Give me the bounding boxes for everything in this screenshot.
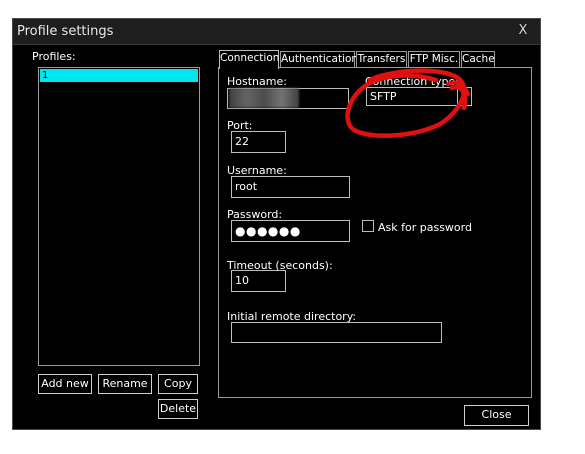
timeout-input[interactable]: 10 [231,270,286,292]
title-bar: Profile settings X [13,19,540,45]
username-input[interactable]: root [231,176,350,198]
connection-type-value: SFTP [370,90,397,103]
tab-cache[interactable]: Cache [461,51,495,67]
hostname-label: Hostname: [227,75,287,88]
ask-password-checkbox[interactable] [362,220,374,232]
profiles-label: Profiles: [32,50,76,63]
port-input[interactable]: 22 [231,131,286,153]
ask-password-label: Ask for password [378,221,472,234]
password-input[interactable]: ●●●●●● [231,220,350,242]
tab-connection[interactable]: Connection [219,50,279,69]
profiles-list[interactable]: 1 [38,67,200,366]
redacted-hostname [229,88,299,108]
delete-button[interactable]: Delete [158,399,198,419]
profile-list-item[interactable]: 1 [40,69,198,82]
remote-directory-input[interactable] [231,322,442,343]
add-new-button[interactable]: Add new [38,374,92,394]
tab-ftp-misc[interactable]: FTP Misc. [408,51,460,67]
window-title: Profile settings [17,24,114,39]
chevron-down-icon[interactable]: ▼ [457,88,471,106]
close-button[interactable]: Close [464,405,529,426]
close-icon[interactable]: X [516,23,530,39]
tab-transfers[interactable]: Transfers [356,51,407,67]
tab-authentication[interactable]: Authentication [280,51,358,67]
copy-button[interactable]: Copy [158,374,198,394]
rename-button[interactable]: Rename [98,374,152,394]
connection-type-select[interactable]: SFTP ▼ [366,87,472,106]
